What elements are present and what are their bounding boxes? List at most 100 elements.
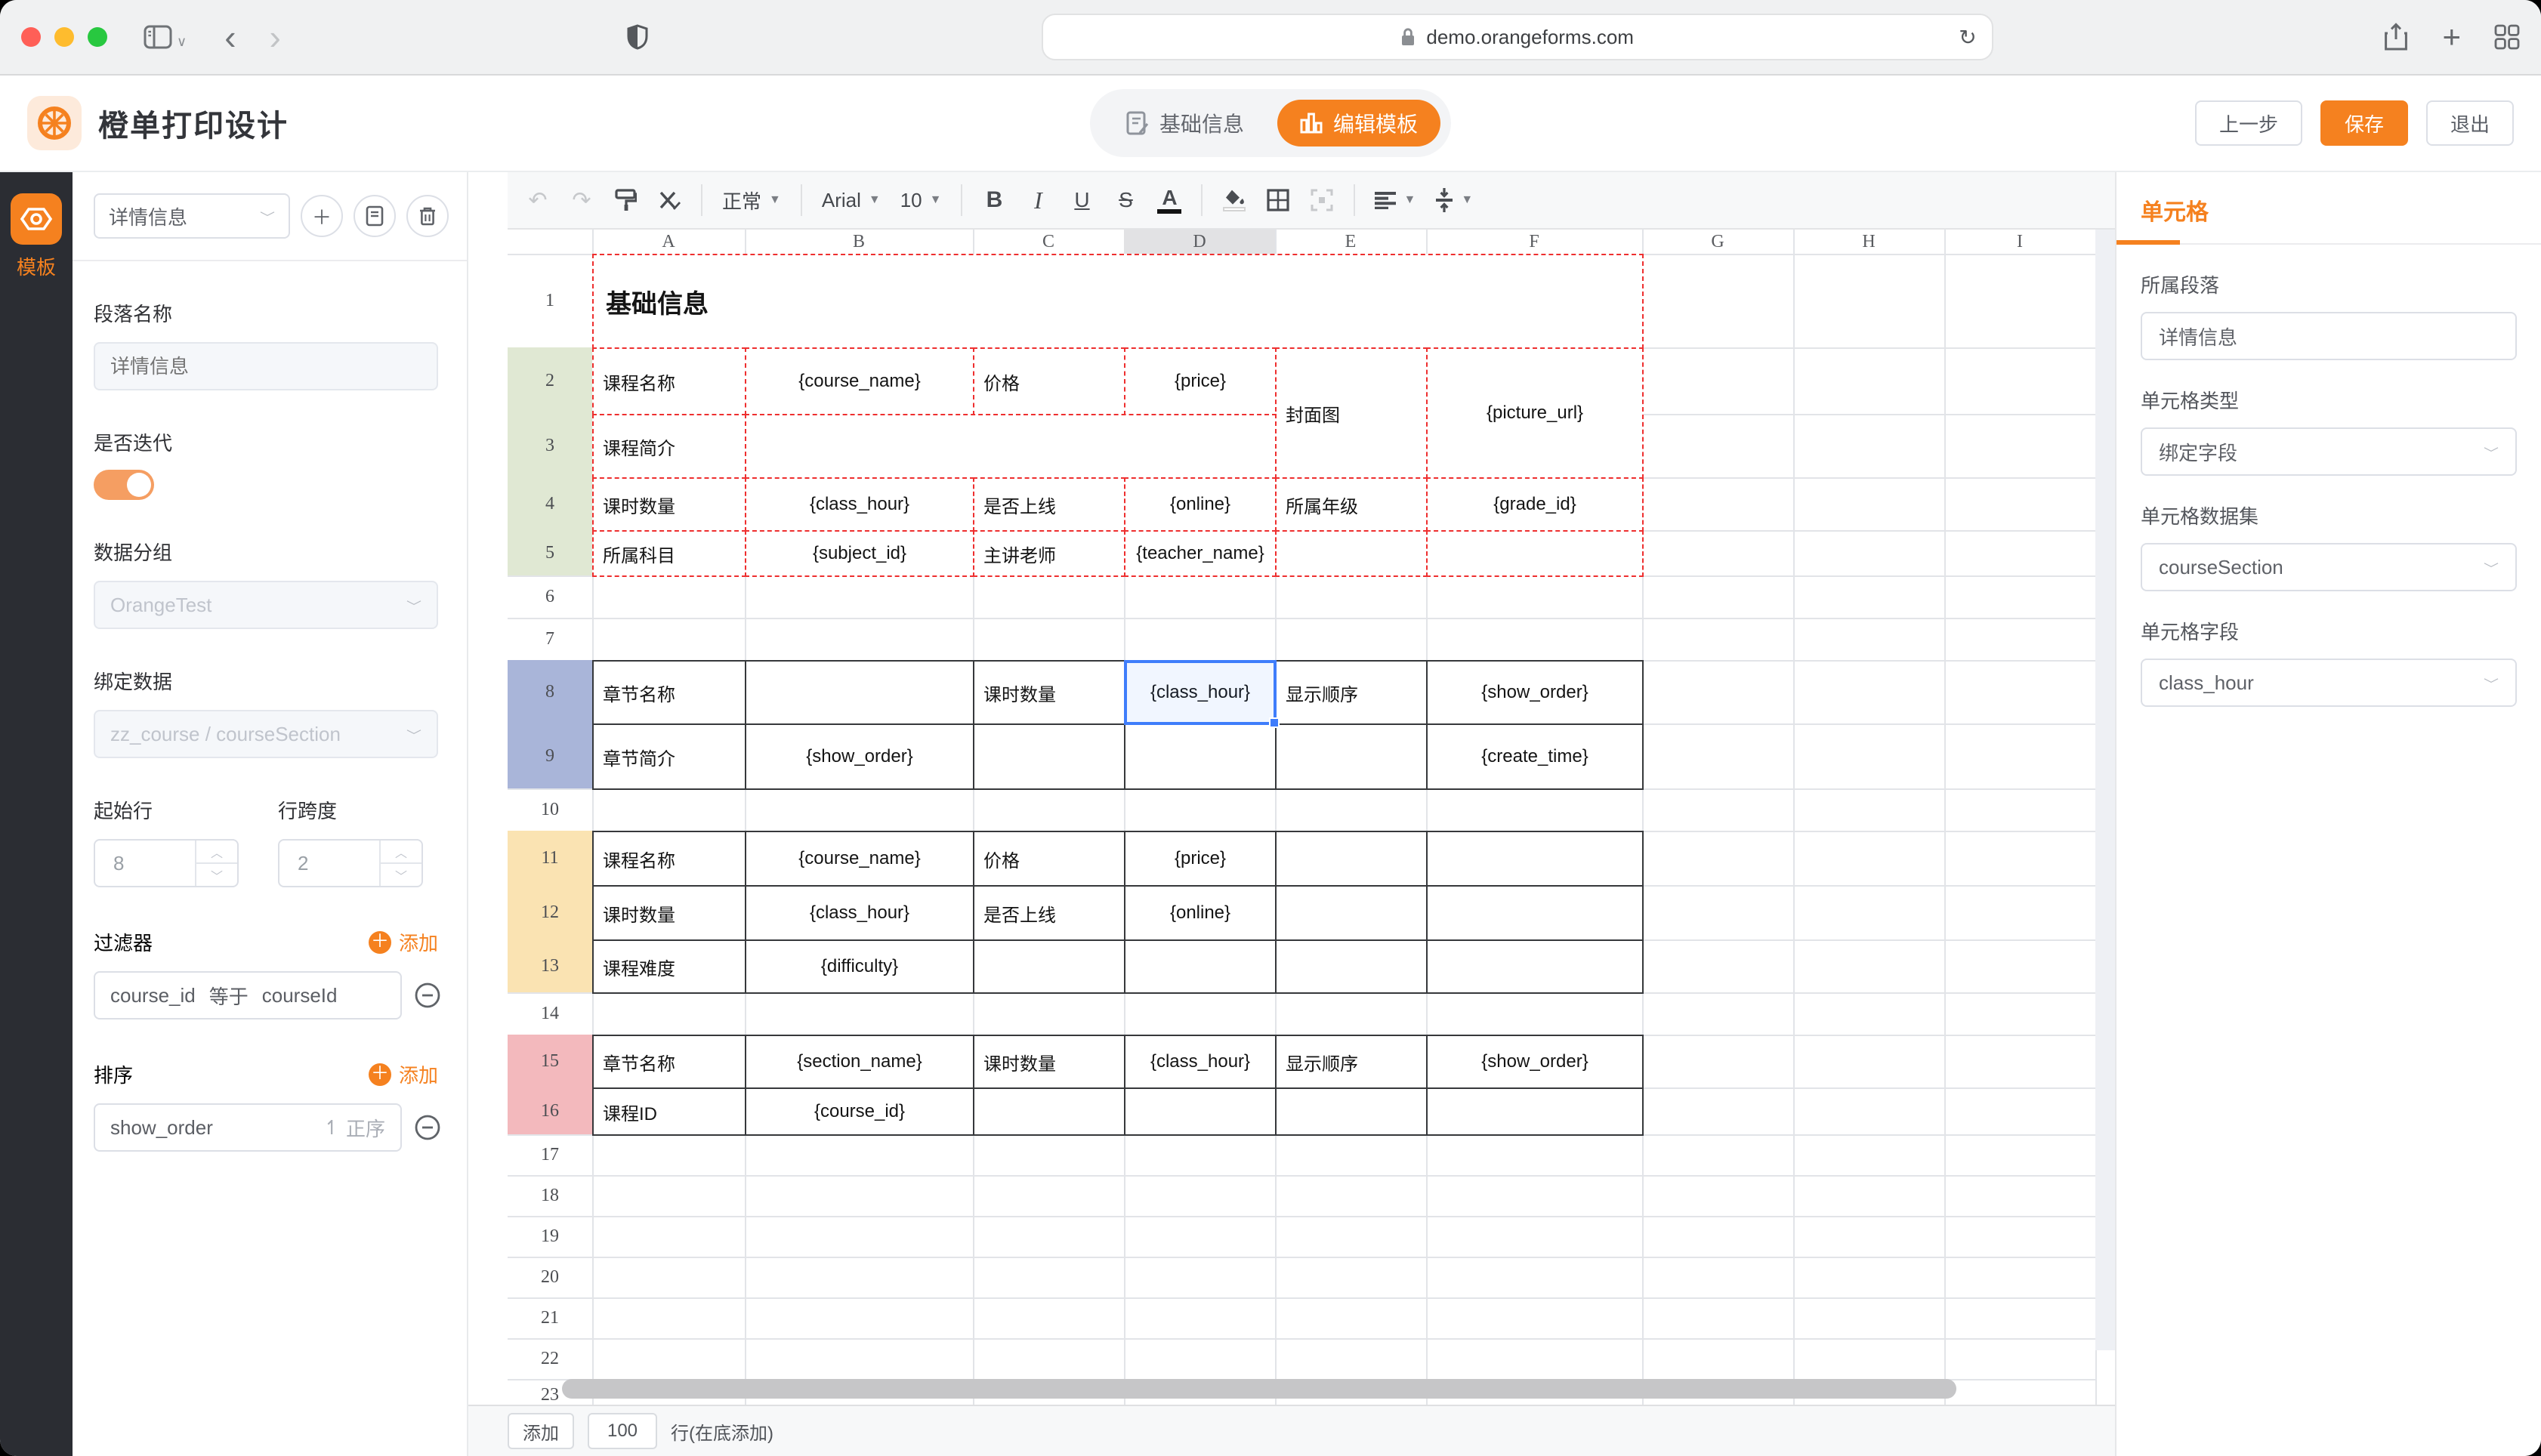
strikethrough-icon[interactable]: S — [1113, 188, 1138, 212]
cell-C5[interactable]: 主讲老师 — [973, 530, 1125, 577]
cell-B11[interactable]: {course_name} — [745, 831, 974, 887]
cell-F12[interactable] — [1426, 885, 1644, 941]
font-color-icon[interactable]: A — [1157, 187, 1181, 214]
cell-D12[interactable]: {online} — [1124, 885, 1277, 941]
column-header-A[interactable]: A — [592, 230, 745, 254]
cell-A12[interactable]: 课时数量 — [592, 885, 746, 941]
cell-C8[interactable]: 课时数量 — [973, 660, 1125, 725]
sort-item[interactable]: show_order ↿ 正序 — [94, 1103, 402, 1152]
redo-icon[interactable]: ↷ — [570, 187, 594, 214]
add-rows-button[interactable]: 添加 — [508, 1413, 574, 1449]
section-select[interactable]: 详情信息 ﹀ — [94, 193, 290, 239]
cell-E5[interactable] — [1275, 530, 1428, 577]
add-rows-count-input[interactable] — [588, 1413, 657, 1449]
cell-C13[interactable] — [973, 939, 1125, 994]
cell-B8[interactable] — [745, 660, 974, 725]
row-span-input[interactable] — [279, 841, 379, 886]
remove-filter-icon[interactable] — [414, 982, 441, 1009]
cell-F2[interactable]: {picture_url} — [1426, 347, 1644, 479]
row-header-21[interactable]: 21 — [508, 1297, 592, 1338]
cell-D16[interactable] — [1124, 1087, 1277, 1136]
undo-icon[interactable]: ↶ — [526, 187, 550, 214]
cell-F8[interactable]: {show_order} — [1426, 660, 1644, 725]
row-header-16[interactable]: 16 — [508, 1087, 592, 1134]
cell-B2[interactable]: {course_name} — [745, 347, 974, 415]
rail-item-template[interactable]: 模板 — [11, 193, 62, 280]
increment-icon[interactable]: ︿ — [196, 841, 237, 864]
row-header-3[interactable]: 3 — [508, 414, 592, 477]
cell-A13[interactable]: 课程难度 — [592, 939, 746, 994]
font-size-dropdown[interactable]: 10 ▼ — [900, 189, 942, 212]
shield-icon[interactable] — [627, 24, 648, 50]
cell-C12[interactable]: 是否上线 — [973, 885, 1125, 941]
row-header-4[interactable]: 4 — [508, 477, 592, 530]
cell-A1[interactable]: 基础信息 — [592, 254, 1644, 349]
cell-B16[interactable]: {course_id} — [745, 1087, 974, 1136]
cell-D4[interactable]: {online} — [1124, 477, 1277, 532]
underline-icon[interactable]: U — [1070, 188, 1094, 212]
add-sort-button[interactable]: ＋ 添加 — [369, 1060, 438, 1088]
row-header-5[interactable]: 5 — [508, 530, 592, 575]
cell-E12[interactable] — [1275, 885, 1428, 941]
cell-D13[interactable] — [1124, 939, 1277, 994]
merge-cells-icon[interactable] — [1310, 189, 1334, 211]
row-span-stepper[interactable]: ︿﹀ — [278, 839, 423, 887]
cell-F9[interactable]: {create_time} — [1426, 723, 1644, 790]
start-row-stepper[interactable]: ︿﹀ — [94, 839, 239, 887]
data-group-select[interactable]: OrangeTest ﹀ — [94, 581, 438, 629]
cell-E16[interactable] — [1275, 1087, 1428, 1136]
forward-button[interactable]: › — [253, 20, 298, 54]
row-header-19[interactable]: 19 — [508, 1216, 592, 1257]
decrement-icon[interactable]: ﹀ — [196, 864, 237, 886]
vertical-align-dropdown[interactable]: ▼ — [1435, 188, 1473, 212]
row-header-22[interactable]: 22 — [508, 1338, 592, 1379]
paragraph-name-input[interactable] — [94, 342, 438, 390]
tab-overview-icon[interactable] — [2494, 24, 2520, 50]
cell-E8[interactable]: 显示顺序 — [1275, 660, 1428, 725]
vertical-scrollbar[interactable] — [2095, 230, 2115, 1350]
add-section-button[interactable]: ＋ — [301, 195, 343, 237]
cell-D2[interactable]: {price} — [1124, 347, 1277, 415]
cell-C9[interactable] — [973, 723, 1125, 790]
cell-A5[interactable]: 所属科目 — [592, 530, 746, 577]
chevron-down-icon[interactable]: ∨ — [177, 34, 187, 50]
cell-D9[interactable] — [1124, 723, 1277, 790]
row-header-20[interactable]: 20 — [508, 1257, 592, 1297]
cell-C11[interactable]: 价格 — [973, 831, 1125, 887]
cell-E2[interactable]: 封面图 — [1275, 347, 1428, 479]
increment-icon[interactable]: ︿ — [381, 841, 421, 864]
iterate-toggle[interactable] — [94, 470, 154, 500]
cell-E13[interactable] — [1275, 939, 1428, 994]
cell-E9[interactable] — [1275, 723, 1428, 790]
cell-A8[interactable]: 章节名称 — [592, 660, 746, 725]
cell-B4[interactable]: {class_hour} — [745, 477, 974, 532]
bind-data-select[interactable]: zz_course / courseSection ﹀ — [94, 710, 438, 758]
column-header-F[interactable]: F — [1426, 230, 1642, 254]
tab-basic-info[interactable]: 基础信息 — [1114, 108, 1256, 138]
column-header-E[interactable]: E — [1275, 230, 1426, 254]
filter-item[interactable]: course_id 等于 courseId — [94, 971, 402, 1020]
cell-A4[interactable]: 课时数量 — [592, 477, 746, 532]
cell-A9[interactable]: 章节简介 — [592, 723, 746, 790]
cell-E4[interactable]: 所属年级 — [1275, 477, 1428, 532]
row-header-13[interactable]: 13 — [508, 939, 592, 992]
cell-F16[interactable] — [1426, 1087, 1644, 1136]
cell-B9[interactable]: {show_order} — [745, 723, 974, 790]
copy-section-button[interactable] — [354, 195, 396, 237]
row-header-15[interactable]: 15 — [508, 1035, 592, 1087]
selected-cell-outline[interactable] — [1124, 660, 1277, 725]
remove-sort-icon[interactable] — [414, 1114, 441, 1141]
selection-fill-handle[interactable] — [1269, 717, 1280, 728]
row-header-18[interactable]: 18 — [508, 1175, 592, 1216]
sheet-grid[interactable]: ABCDEFGHI1234567891011121314151617181920… — [508, 230, 2115, 1405]
cell-C15[interactable]: 课时数量 — [973, 1035, 1125, 1089]
cell-C4[interactable]: 是否上线 — [973, 477, 1125, 532]
delete-section-button[interactable] — [406, 195, 449, 237]
cell-C2[interactable]: 价格 — [973, 347, 1125, 415]
minimize-window-button[interactable] — [54, 27, 74, 47]
column-header-C[interactable]: C — [973, 230, 1124, 254]
row-header-8[interactable]: 8 — [508, 660, 592, 723]
prev-step-button[interactable]: 上一步 — [2195, 100, 2302, 146]
column-header-I[interactable]: I — [1944, 230, 2095, 254]
cell-F5[interactable] — [1426, 530, 1644, 577]
